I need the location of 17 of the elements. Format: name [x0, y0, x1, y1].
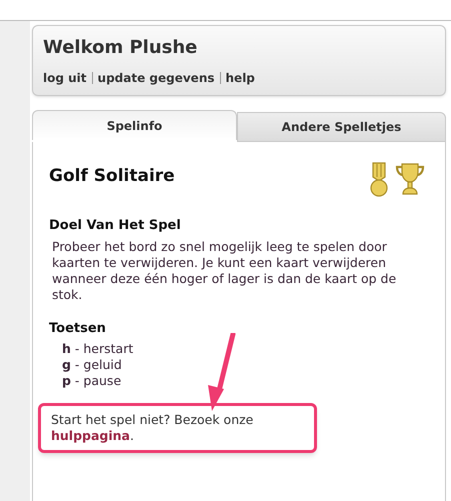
welcome-title: Welkom Plushe: [43, 36, 198, 60]
header-link[interactable]: help: [226, 69, 255, 87]
key-binding: h - herstart: [62, 341, 134, 357]
medal-icon: [369, 162, 389, 198]
trophy-icon: [395, 162, 425, 196]
header-link[interactable]: update gegevens: [98, 69, 215, 87]
header-link[interactable]: log uit: [43, 69, 87, 87]
help-text: Start het spel niet? Bezoek onze hulppagina.: [51, 412, 254, 444]
key-binding: p - pause: [62, 373, 122, 389]
key-binding: g - geluid: [62, 357, 123, 373]
game-title: Golf Solitaire: [49, 165, 175, 188]
section-heading: Toetsen: [49, 320, 107, 338]
tab[interactable]: Andere Spelletjes: [237, 112, 446, 142]
section-heading: Doel Van Het Spel: [49, 217, 182, 235]
goal-description: Probeer het bord zo snel mogelijk leeg te spelen door kaarten te verwijderen. Je kunt een kaart verwijderen wanneer deze één hoger of lager is dan de kaart op de stok.: [52, 238, 398, 302]
tab[interactable]: Spelinfo: [32, 110, 237, 140]
support-page-link[interactable]: hulppagina: [51, 428, 130, 443]
